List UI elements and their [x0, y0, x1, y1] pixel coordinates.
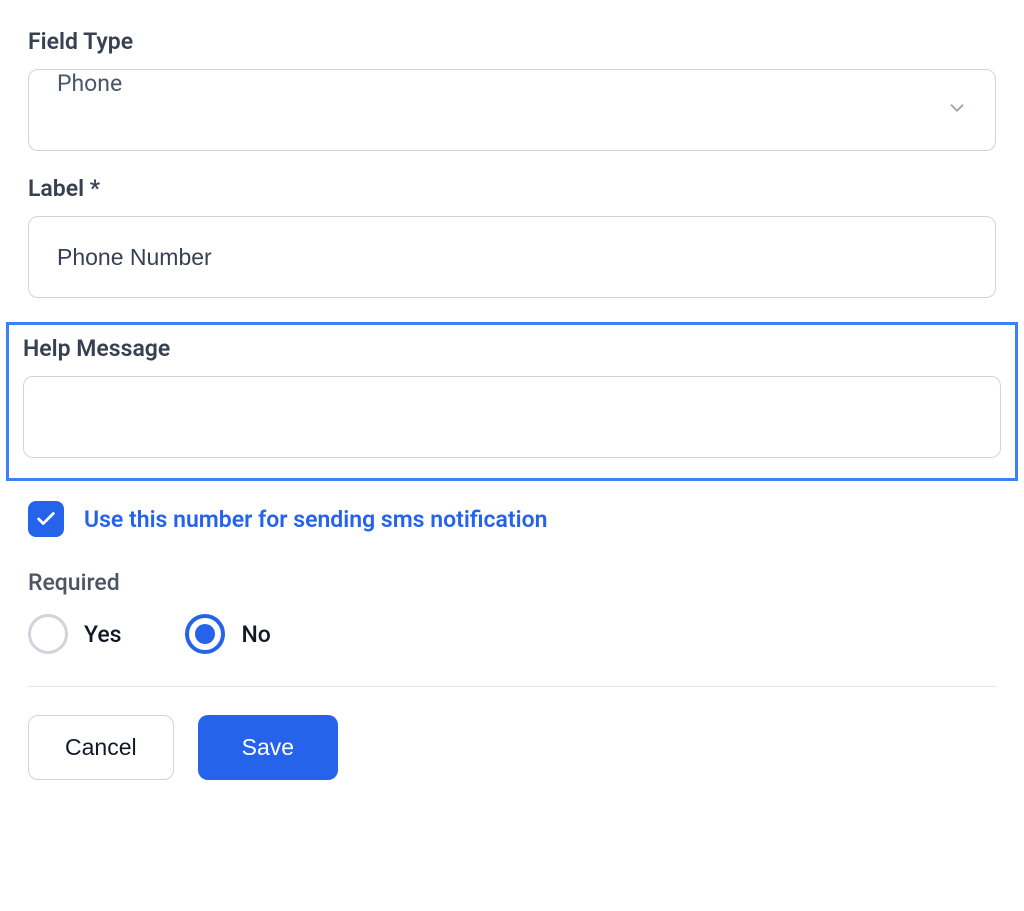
- radio-no-label: No: [241, 621, 270, 648]
- help-message-highlighted: Help Message: [6, 322, 1018, 481]
- sms-checkbox[interactable]: [28, 501, 64, 537]
- field-type-group: Field Type Phone: [28, 28, 996, 151]
- radio-yes-label: Yes: [84, 621, 121, 648]
- label-field-group: Label *: [28, 175, 996, 298]
- save-button[interactable]: Save: [198, 715, 338, 780]
- required-radio-no[interactable]: No: [185, 614, 270, 654]
- required-label: Required: [28, 569, 996, 596]
- help-message-input[interactable]: [23, 376, 1001, 458]
- radio-checked-icon: [185, 614, 225, 654]
- help-message-label: Help Message: [23, 335, 1001, 362]
- divider: [28, 686, 996, 687]
- field-type-select-wrapper: Phone: [28, 69, 996, 151]
- check-icon: [35, 508, 57, 530]
- button-row: Cancel Save: [28, 715, 996, 780]
- cancel-button[interactable]: Cancel: [28, 715, 174, 780]
- required-radio-group: Yes No: [28, 614, 996, 654]
- required-section: Required Yes No: [28, 569, 996, 654]
- radio-inner-dot: [195, 624, 215, 644]
- field-type-select[interactable]: Phone: [28, 69, 996, 151]
- field-type-label: Field Type: [28, 28, 996, 55]
- sms-checkbox-row: Use this number for sending sms notifica…: [28, 501, 996, 537]
- sms-checkbox-label: Use this number for sending sms notifica…: [84, 506, 547, 533]
- required-radio-yes[interactable]: Yes: [28, 614, 121, 654]
- label-field-label: Label *: [28, 175, 996, 202]
- radio-unchecked-icon: [28, 614, 68, 654]
- label-input[interactable]: [28, 216, 996, 298]
